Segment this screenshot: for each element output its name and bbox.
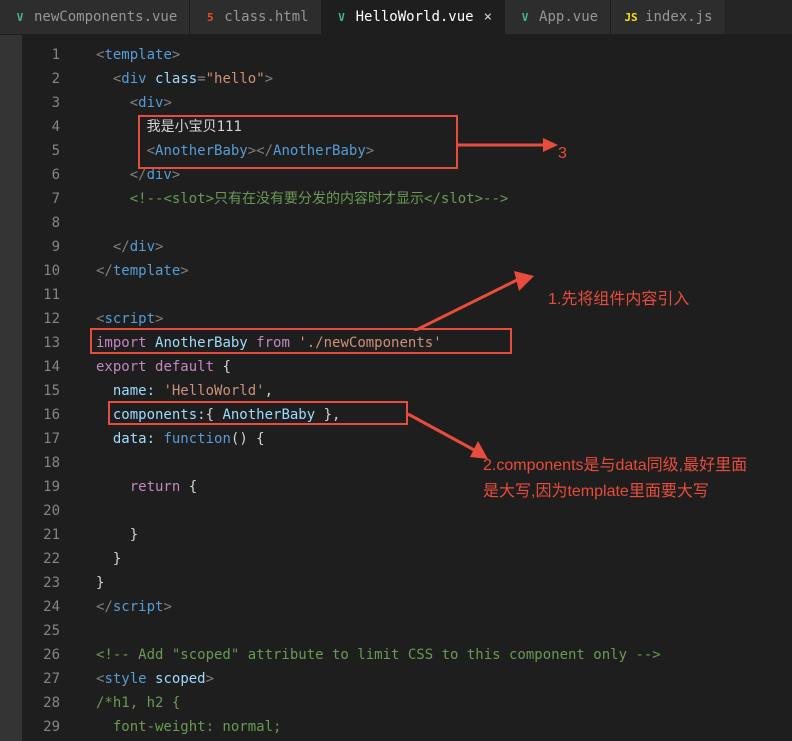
code-line: </div>: [78, 163, 792, 187]
code-line: }: [78, 523, 792, 547]
code-line: [78, 451, 792, 475]
code-line: export default {: [78, 355, 792, 379]
code-line: }: [78, 571, 792, 595]
line-number: 24: [22, 595, 78, 619]
tab-label: class.html: [224, 9, 308, 25]
line-number: 10: [22, 259, 78, 283]
tab-label: HelloWorld.vue: [356, 9, 474, 25]
code-line: name: 'HelloWorld',: [78, 379, 792, 403]
line-number: 14: [22, 355, 78, 379]
line-number: 25: [22, 619, 78, 643]
line-number: 27: [22, 667, 78, 691]
vue-icon: V: [334, 9, 350, 25]
line-number: 22: [22, 547, 78, 571]
line-number: 5: [22, 139, 78, 163]
activity-item[interactable]: [0, 35, 22, 75]
minimap[interactable]: [780, 35, 792, 741]
activity-item[interactable]: [0, 155, 22, 195]
editor-tabs: V newComponents.vue 5 class.html V Hello…: [0, 0, 792, 35]
activity-bar: [0, 35, 22, 741]
line-number: 16: [22, 403, 78, 427]
code-line: <!-- Add "scoped" attribute to limit CSS…: [78, 643, 792, 667]
code-line: <style scoped>: [78, 667, 792, 691]
line-number: 4: [22, 115, 78, 139]
code-line: <script>: [78, 307, 792, 331]
code-line: <div class="hello">: [78, 67, 792, 91]
tab-index-js[interactable]: JS index.js: [611, 0, 725, 34]
tab-newcomponents[interactable]: V newComponents.vue: [0, 0, 190, 34]
code-line: [78, 211, 792, 235]
code-line: <!--<slot>只有在没有要分发的内容时才显示</slot>-->: [78, 187, 792, 211]
tab-class-html[interactable]: 5 class.html: [190, 0, 321, 34]
line-number: 18: [22, 451, 78, 475]
line-number: 11: [22, 283, 78, 307]
js-icon: JS: [623, 9, 639, 25]
tab-label: newComponents.vue: [34, 9, 177, 25]
activity-item[interactable]: [0, 115, 22, 155]
html-icon: 5: [202, 9, 218, 25]
line-number: 26: [22, 643, 78, 667]
line-number: 7: [22, 187, 78, 211]
code-line: </template>: [78, 259, 792, 283]
code-line: }: [78, 547, 792, 571]
code-area[interactable]: <template> <div class="hello"> <div> 我是小…: [78, 35, 792, 741]
line-number: 12: [22, 307, 78, 331]
line-number: 2: [22, 67, 78, 91]
line-number: 15: [22, 379, 78, 403]
line-number: 1: [22, 43, 78, 67]
code-line: data: function() {: [78, 427, 792, 451]
code-line: font-weight: normal;: [78, 715, 792, 739]
tab-label: index.js: [645, 9, 712, 25]
line-number: 6: [22, 163, 78, 187]
vue-icon: V: [12, 9, 28, 25]
line-number: 17: [22, 427, 78, 451]
activity-item[interactable]: [0, 75, 22, 115]
code-line: [78, 283, 792, 307]
tab-helloworld[interactable]: V HelloWorld.vue ×: [322, 0, 505, 34]
line-number: 19: [22, 475, 78, 499]
code-line: 我是小宝贝111: [78, 115, 792, 139]
line-number: 21: [22, 523, 78, 547]
code-line: return {: [78, 475, 792, 499]
code-line: <template>: [78, 43, 792, 67]
close-icon[interactable]: ×: [484, 9, 492, 25]
code-line: [78, 619, 792, 643]
vue-icon: V: [517, 9, 533, 25]
code-line: import AnotherBaby from './newComponents…: [78, 331, 792, 355]
line-number: 13: [22, 331, 78, 355]
code-line: <div>: [78, 91, 792, 115]
editor-body: 1 2 3 4 5 6 7 8 9 10 11 12 13 14 15 16 1…: [0, 35, 792, 741]
code-line: <AnotherBaby></AnotherBaby>: [78, 139, 792, 163]
code-line: </div>: [78, 235, 792, 259]
line-number: 8: [22, 211, 78, 235]
line-number: 3: [22, 91, 78, 115]
tab-label: App.vue: [539, 9, 598, 25]
code-line: components:{ AnotherBaby },: [78, 403, 792, 427]
line-gutter: 1 2 3 4 5 6 7 8 9 10 11 12 13 14 15 16 1…: [22, 35, 78, 741]
code-line: [78, 499, 792, 523]
line-number: 23: [22, 571, 78, 595]
tab-app-vue[interactable]: V App.vue: [505, 0, 611, 34]
line-number: 20: [22, 499, 78, 523]
line-number: 28: [22, 691, 78, 715]
line-number: 9: [22, 235, 78, 259]
code-line: </script>: [78, 595, 792, 619]
code-line: /*h1, h2 {: [78, 691, 792, 715]
line-number: 29: [22, 715, 78, 739]
